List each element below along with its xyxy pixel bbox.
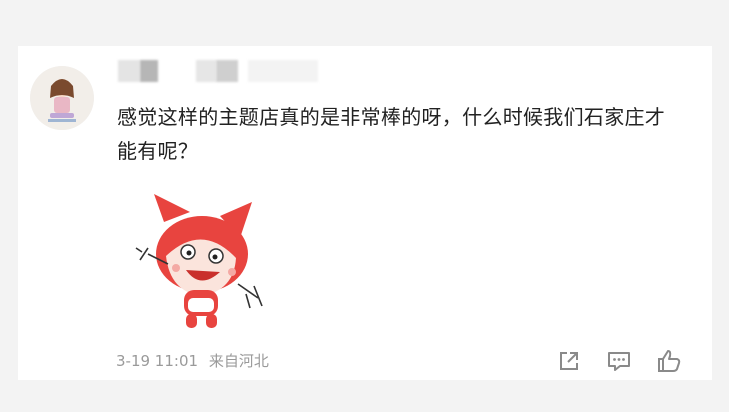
comment-time: 3-19 11:01 [116,352,199,370]
comment-text: 感觉这样的主题店真的是非常棒的呀，什么时候我们石家庄才能有呢？ [117,105,666,163]
share-icon[interactable] [556,348,582,374]
fox-sticker-icon [135,194,263,328]
comment-location: 来自河北 [208,352,269,370]
comment-icon[interactable] [606,348,632,374]
comment-meta: 3-19 11:01 来自河北 [116,350,269,371]
username-redacted [118,60,328,82]
comment-card: 感觉这样的主题店真的是非常棒的呀，什么时候我们石家庄才能有呢？ 3-19 11:… [18,46,712,380]
thumbs-up-icon[interactable] [656,348,682,374]
avatar[interactable] [30,66,94,130]
comment-actions [556,348,682,374]
avatar-illustration [30,66,94,130]
fox-sticker [128,194,268,334]
